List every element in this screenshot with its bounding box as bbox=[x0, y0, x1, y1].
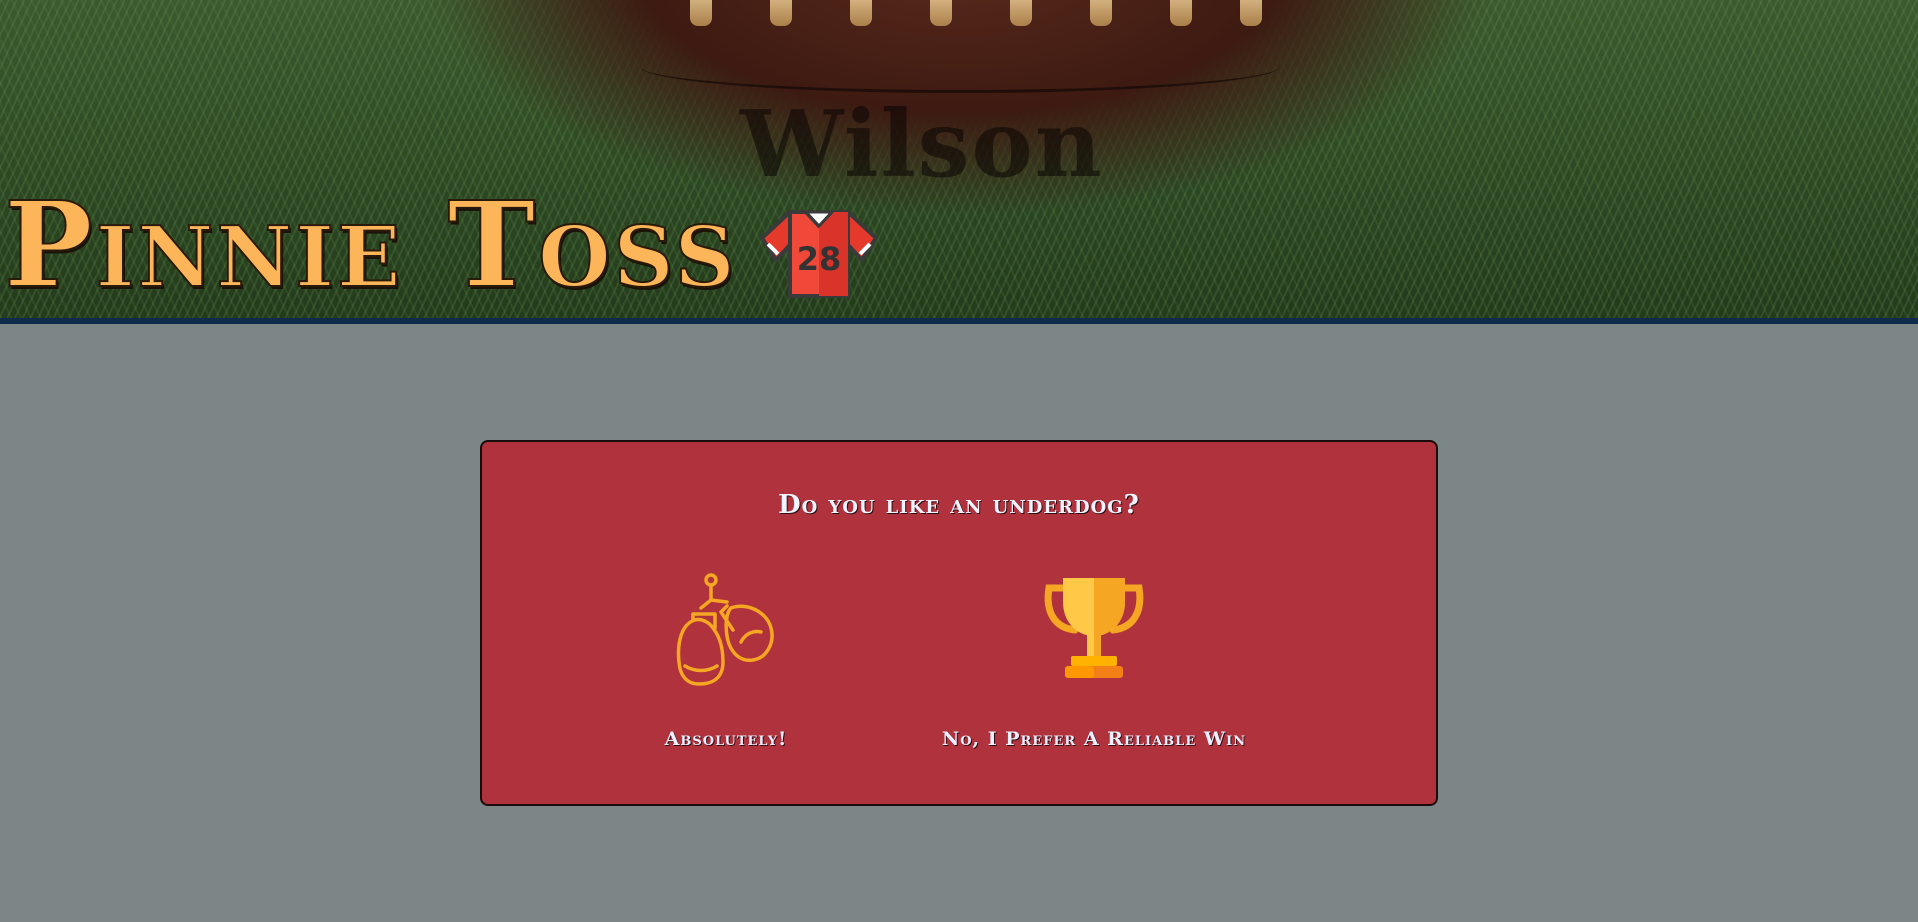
option-reliable-win[interactable]: No, I Prefer A Reliable Win bbox=[914, 572, 1274, 750]
football-lace bbox=[850, 0, 872, 26]
football-lace bbox=[770, 0, 792, 26]
boxing-gloves-icon[interactable] bbox=[671, 572, 781, 690]
header-divider bbox=[0, 318, 1918, 324]
option-absolutely[interactable]: Absolutely! bbox=[546, 572, 906, 750]
jersey-number: 28 bbox=[796, 240, 841, 278]
site-title-wrap: Pinnie Toss 28 bbox=[3, 185, 882, 305]
trophy-icon[interactable] bbox=[1039, 572, 1149, 682]
football-lace bbox=[1010, 0, 1032, 26]
football-lace bbox=[1170, 0, 1192, 26]
football-lace bbox=[690, 0, 712, 26]
question-heading: Do you like an underdog? bbox=[778, 490, 1140, 520]
option-label[interactable]: No, I Prefer A Reliable Win bbox=[914, 728, 1274, 750]
football-lace bbox=[1090, 0, 1112, 26]
option-icon-wrap[interactable] bbox=[546, 572, 906, 690]
football-brand-text: Wilson bbox=[740, 90, 1104, 198]
football-seam bbox=[640, 40, 1280, 93]
site-title[interactable]: Pinnie Toss bbox=[3, 185, 738, 305]
jersey-icon: 28 bbox=[759, 210, 878, 298]
option-label[interactable]: Absolutely! bbox=[546, 728, 906, 750]
question-card: Do you like an underdog? Absolutely! No,… bbox=[480, 440, 1438, 806]
header-banner: Wilson Pinnie Toss 28 bbox=[0, 0, 1918, 318]
football-lace bbox=[1240, 0, 1262, 26]
football-lace bbox=[930, 0, 952, 26]
option-icon-wrap[interactable] bbox=[914, 572, 1274, 690]
